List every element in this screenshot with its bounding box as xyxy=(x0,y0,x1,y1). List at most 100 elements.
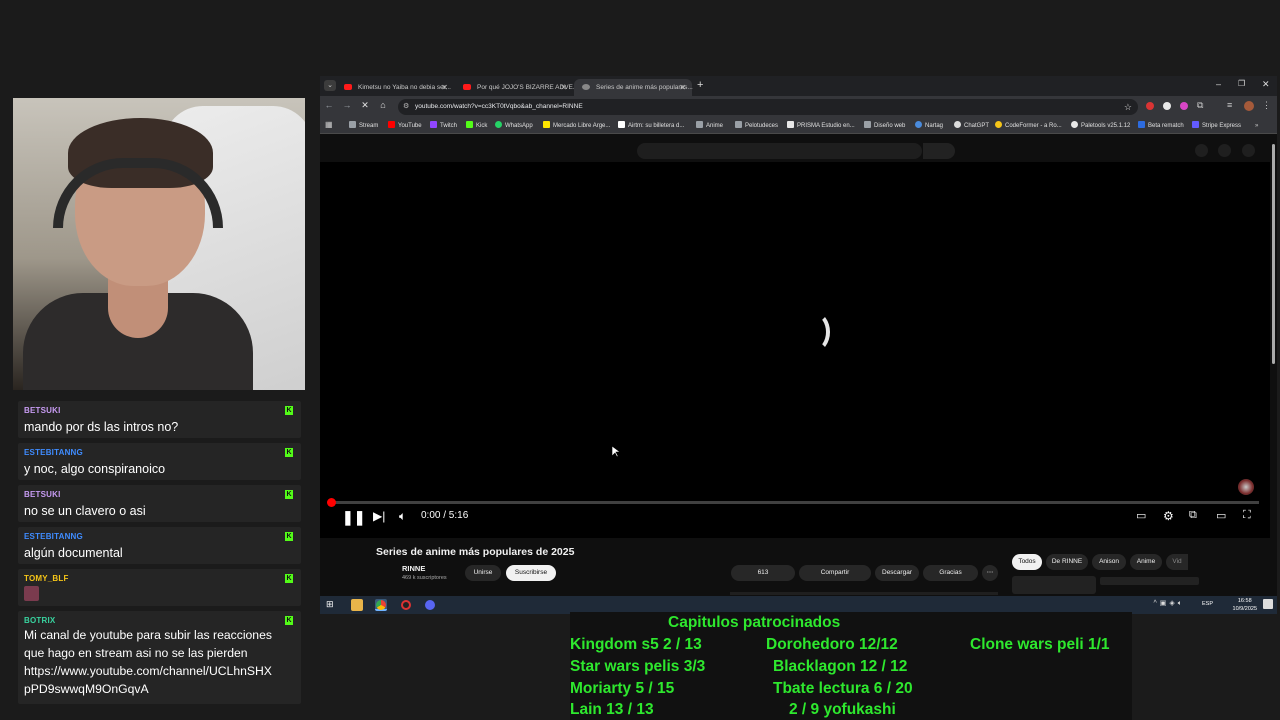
channel-name[interactable]: RINNE xyxy=(402,564,425,573)
tab-jojo[interactable]: Por qué JOJO'S BIZARRE ADVE... ✕ xyxy=(455,79,578,96)
video-title: Series de anime más populares de 2025 xyxy=(376,546,575,558)
bookmark-item[interactable]: CodeFormer - a Ro... xyxy=(995,120,1062,132)
chip-all[interactable]: Todos xyxy=(1012,554,1042,570)
thanks-button[interactable]: Gracias xyxy=(923,565,978,581)
obs-icon[interactable] xyxy=(400,599,412,611)
join-button[interactable]: Unirse xyxy=(465,565,501,581)
sponsor-item: Clone wars peli 1/1 xyxy=(970,636,1110,653)
bookmark-item[interactable]: Beta rematch xyxy=(1138,120,1184,132)
system-tray-icons[interactable]: ^▣◈🔈︎ xyxy=(1154,599,1185,608)
recommended-thumbnail[interactable] xyxy=(1012,576,1096,594)
close-tab-icon[interactable]: ✕ xyxy=(441,79,448,96)
file-explorer-icon[interactable] xyxy=(351,599,363,611)
bookmark-item[interactable]: Twitch xyxy=(430,120,457,132)
bookmark-item[interactable]: Airtm: su billetera d... xyxy=(618,120,684,132)
bookmark-item[interactable]: Anime xyxy=(696,120,723,132)
kick-icon: K xyxy=(285,574,293,583)
profile-avatar[interactable] xyxy=(1244,101,1254,111)
chat-text: mando por ds las intros no? xyxy=(24,420,179,434)
notifications-icon[interactable] xyxy=(1263,599,1273,609)
bookmark-item[interactable]: Nartag xyxy=(915,120,943,132)
chat-text: no se un clavero o asi xyxy=(24,504,146,518)
bookmark-item[interactable]: YouTube xyxy=(388,120,422,132)
bookmark-item[interactable]: WhatsApp xyxy=(495,120,533,132)
webcam-feed xyxy=(13,98,305,390)
chip-from-channel[interactable]: De RINNE xyxy=(1046,554,1088,570)
windows-start-icon[interactable]: ⊞ xyxy=(326,599,334,610)
youtube-icon xyxy=(344,84,352,90)
chip-anison[interactable]: Anison xyxy=(1092,554,1126,570)
chat-text: algún documental xyxy=(24,546,123,560)
page-scrollbar[interactable] xyxy=(1270,134,1277,596)
tab-kimetsu[interactable]: Kimetsu no Yaiba no debia ser... ✕ xyxy=(336,79,454,96)
stop-icon[interactable]: ✕ xyxy=(358,100,372,111)
time-display: 0:00 / 5:16 xyxy=(421,510,469,521)
download-button[interactable]: Descargar xyxy=(875,565,919,581)
theater-mode-icon[interactable]: ▭ xyxy=(1216,509,1226,522)
discord-icon[interactable] xyxy=(424,599,436,611)
maximize-icon[interactable]: ❐ xyxy=(1238,79,1245,88)
miniplayer-icon[interactable]: ⧉ xyxy=(1189,509,1197,522)
bookmark-star-icon[interactable]: ☆ xyxy=(1124,99,1132,115)
chat-username: TOMY_BLF xyxy=(24,574,69,583)
bookmark-item[interactable]: ChatGPT xyxy=(954,120,989,132)
bookmark-item[interactable]: Kick xyxy=(466,120,487,132)
bookmark-item[interactable]: Pelotudeces xyxy=(735,120,778,132)
notifications-icon[interactable] xyxy=(1218,144,1231,157)
close-tab-icon[interactable]: ✕ xyxy=(560,79,567,96)
close-tab-icon[interactable]: ✕ xyxy=(679,79,686,96)
tab-search-icon[interactable]: ⌄ xyxy=(324,80,336,91)
bookmark-item[interactable]: Mercado Libre Arge... xyxy=(543,120,610,132)
bookmark-item[interactable]: Stripe Express xyxy=(1192,120,1241,132)
next-button[interactable]: ▶| xyxy=(373,509,385,523)
bookmark-item[interactable]: Stream xyxy=(349,120,378,132)
subscribe-button[interactable]: Suscribirse xyxy=(506,565,556,581)
fullscreen-icon[interactable]: ⛶ xyxy=(1243,509,1251,522)
extension-icon[interactable] xyxy=(1146,102,1154,110)
bookmark-item[interactable]: PRISMA Estudio en... xyxy=(787,120,855,132)
chip-anime[interactable]: Anime xyxy=(1130,554,1162,570)
youtube-search-input[interactable] xyxy=(637,143,922,159)
account-avatar[interactable] xyxy=(1242,144,1255,157)
new-tab-icon[interactable]: + xyxy=(697,79,703,91)
bookmark-item[interactable]: Diseño web xyxy=(864,120,905,132)
create-icon[interactable] xyxy=(1195,144,1208,157)
progress-scrubber[interactable] xyxy=(327,498,336,507)
language-indicator[interactable]: ESP xyxy=(1202,601,1213,607)
chrome-icon[interactable] xyxy=(375,599,387,611)
progress-bar[interactable] xyxy=(331,501,1259,504)
extension-icon[interactable] xyxy=(1163,102,1171,110)
chat-username: BETSUKI xyxy=(24,406,61,415)
channel-watermark[interactable] xyxy=(1238,479,1254,495)
apps-grid-icon[interactable]: ▦ xyxy=(325,120,333,129)
more-actions-button[interactable]: ⋯ xyxy=(982,565,998,581)
more-bookmarks-icon[interactable]: » xyxy=(1255,120,1258,132)
chrome-menu-icon[interactable]: ⋮ xyxy=(1262,100,1271,111)
scrollbar-thumb[interactable] xyxy=(1272,144,1275,364)
volume-icon[interactable]: 🔈︎ xyxy=(399,509,406,524)
back-icon[interactable]: ← xyxy=(322,100,336,110)
sponsor-item: Blacklagon 12 / 12 xyxy=(773,658,908,675)
tab-series-anime[interactable]: Series de anime más populares... ✕ xyxy=(574,79,693,96)
youtube-search-button[interactable] xyxy=(923,143,955,159)
chat-username: ESTEBITANNG xyxy=(24,532,83,541)
home-icon[interactable]: ⌂ xyxy=(376,100,390,110)
address-bar[interactable]: ⚙ youtube.com/watch?v=cc3KT0tVqbo&ab_cha… xyxy=(398,99,1138,115)
share-button[interactable]: Compartir xyxy=(799,565,871,581)
video-player[interactable]: ❚❚ ▶| 🔈︎ 0:00 / 5:16 ▭ ⚙ ⧉ ▭ ⛶ xyxy=(320,162,1270,538)
clock[interactable]: 16:58 10/9/2025 xyxy=(1233,597,1257,613)
kick-icon: K xyxy=(285,616,293,625)
bookmark-item[interactable]: Paletools v25.1.12 xyxy=(1071,120,1130,132)
pause-button[interactable]: ❚❚ xyxy=(342,509,365,526)
media-control-icon[interactable]: ≡ xyxy=(1227,100,1232,110)
forward-icon[interactable]: → xyxy=(340,100,354,110)
extension-icon[interactable] xyxy=(1180,102,1188,110)
subtitles-icon[interactable]: ▭ xyxy=(1136,509,1146,522)
extensions-puzzle-icon[interactable]: ⧉ xyxy=(1197,100,1203,111)
site-info-icon[interactable]: ⚙ xyxy=(403,99,409,115)
like-button[interactable]: 613 xyxy=(731,565,795,581)
chip-video[interactable]: Vid xyxy=(1166,554,1188,570)
close-window-icon[interactable]: ✕ xyxy=(1262,79,1270,90)
minimize-icon[interactable]: – xyxy=(1216,79,1221,89)
settings-gear-icon[interactable]: ⚙ xyxy=(1163,509,1174,523)
